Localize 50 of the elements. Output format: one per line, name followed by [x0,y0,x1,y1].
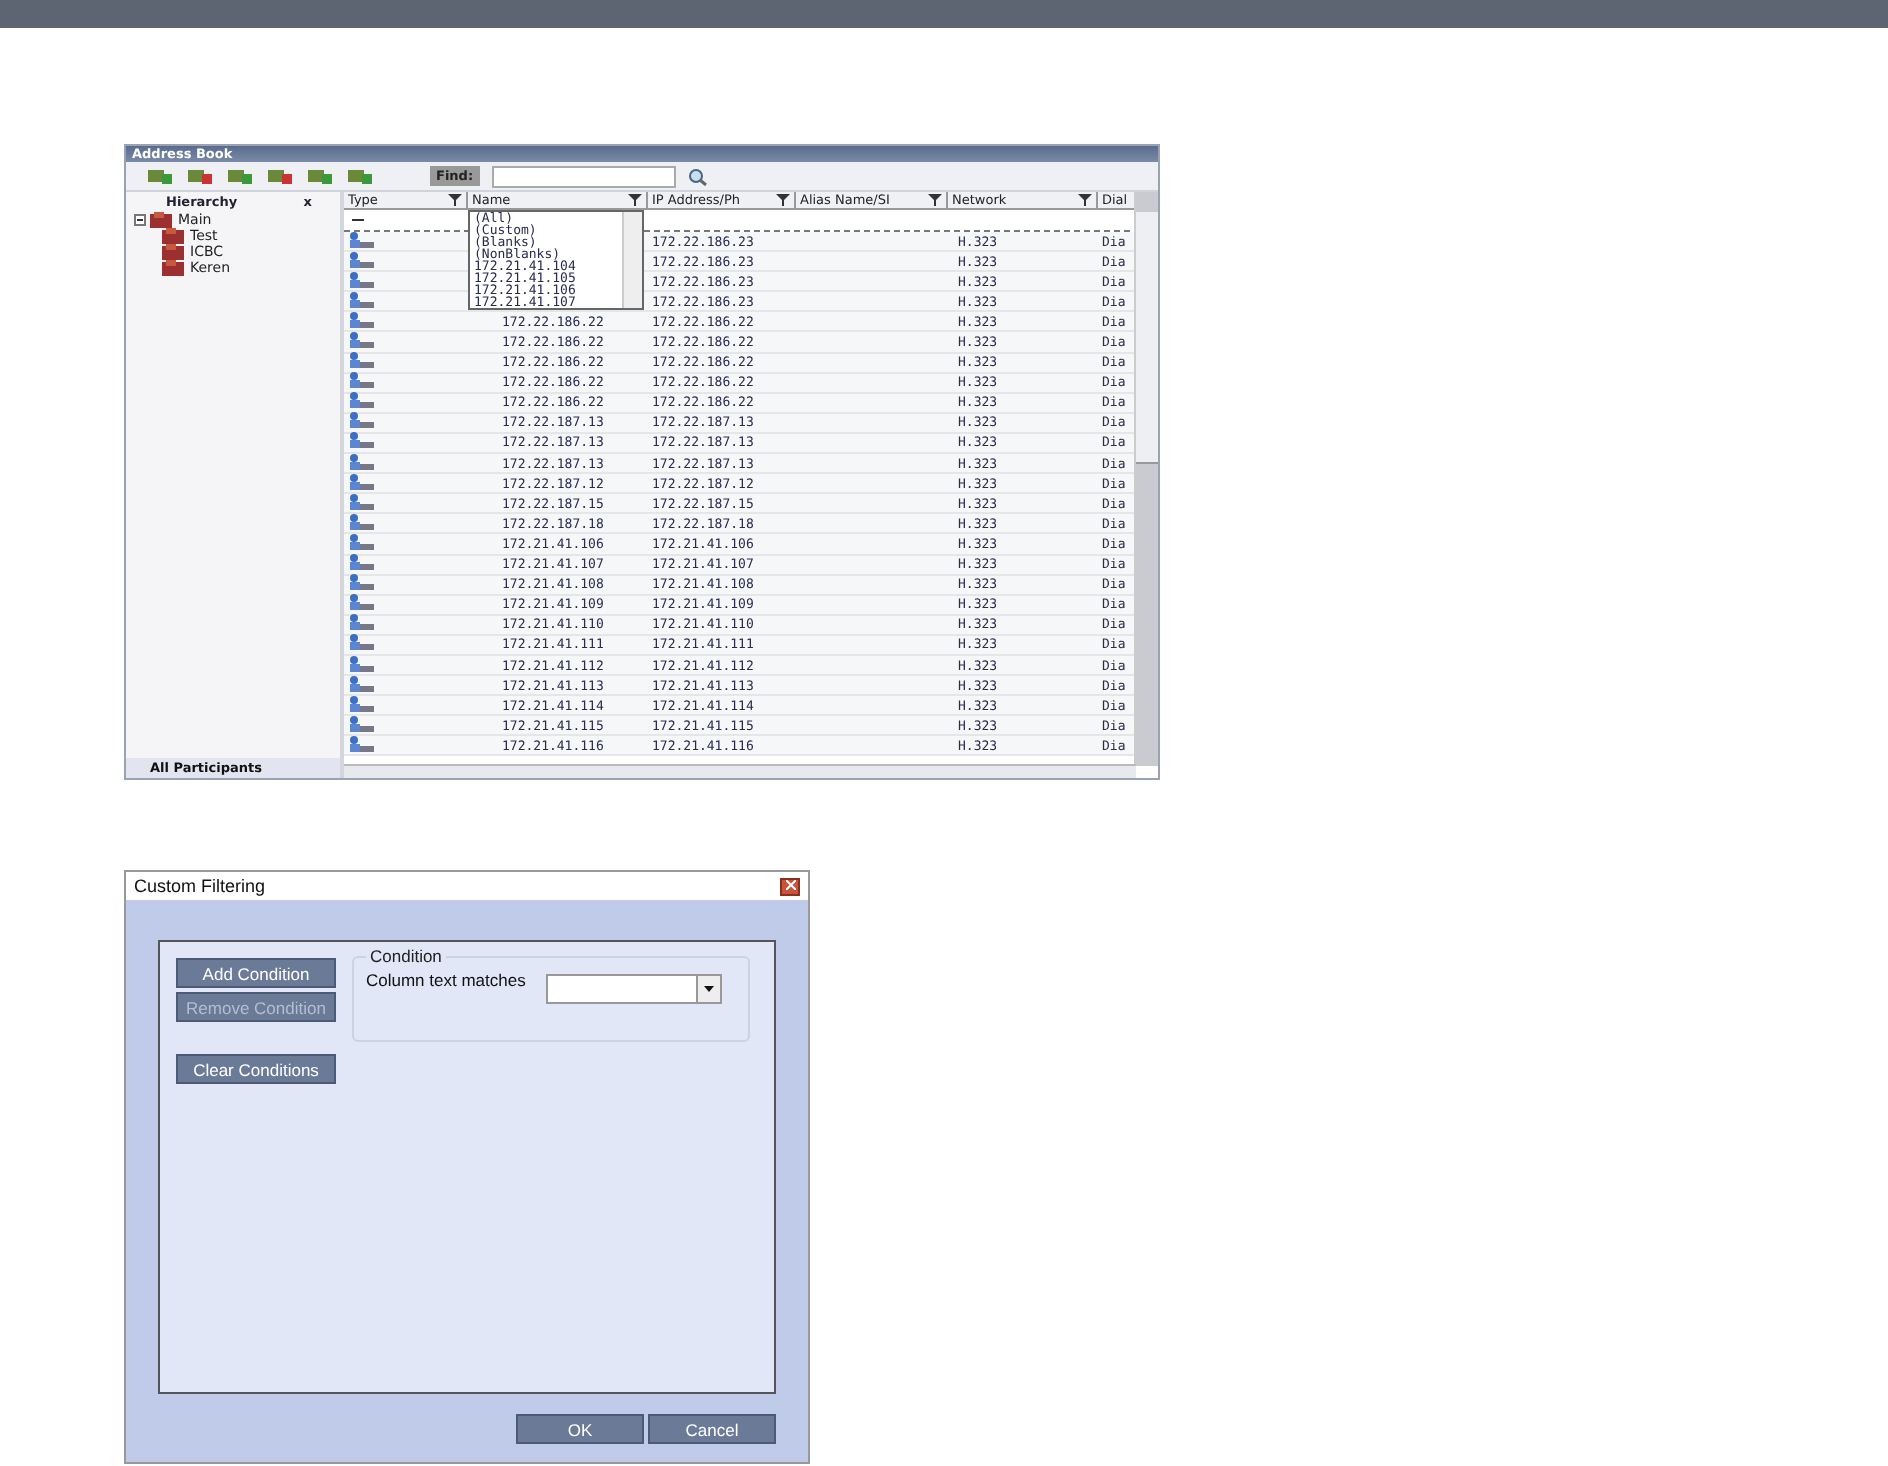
toolbar-icon[interactable] [226,166,254,186]
scrollbar-thumb[interactable] [1136,212,1158,464]
participant-icon [348,372,376,389]
participant-icon [348,533,376,550]
participant-icon [348,634,376,651]
toolbar-icon[interactable] [266,166,294,186]
participant-icon [348,735,376,752]
participant-icon [348,251,376,268]
participant-icon [348,432,376,449]
participant-icon [348,231,376,248]
caret-icon [703,986,714,992]
dialog-button[interactable]: OK [516,1414,644,1444]
participant-icon [348,554,376,571]
toolbar-icon[interactable] [346,166,374,186]
participant-icon [348,473,376,490]
group-title: Condition [368,946,444,966]
find-field[interactable] [491,165,676,187]
toolbar-icon[interactable] [306,166,334,186]
participant-icon [348,715,376,732]
close-icon [785,879,795,889]
participant-icon [348,574,376,591]
participant-icon [348,453,376,470]
participant-icon [348,352,376,369]
participant-icon [348,493,376,510]
participant-icon [348,412,376,429]
condition-button[interactable]: Add Condition [176,958,336,988]
participant-icon [348,594,376,611]
participant-icon [348,332,376,349]
vertical-scrollbar[interactable] [1134,192,1158,766]
participant-icon [348,614,376,631]
participant-icon [348,695,376,712]
dialog-title: Custom Filtering [134,876,266,896]
participant-icon [348,675,376,692]
toolbar-icon[interactable] [146,166,174,186]
horizontal-scrollbar[interactable] [344,764,1136,778]
participant-icon [348,655,376,672]
field-label: Column text matches [366,970,526,990]
toolbar-icon[interactable] [186,166,214,186]
participant-icon [348,392,376,409]
combo-box[interactable] [545,974,722,1004]
dialog-button[interactable]: Cancel [648,1414,776,1444]
participant-icon [348,271,376,288]
scrollbar[interactable] [622,212,642,308]
participant-icon [348,311,376,328]
participant-icon [348,513,376,530]
participant-icon [348,291,376,308]
condition-button[interactable]: Clear Conditions [176,1054,336,1084]
search-icon[interactable] [687,167,708,185]
collapse-icon[interactable] [134,214,146,226]
close-button[interactable] [780,877,800,895]
